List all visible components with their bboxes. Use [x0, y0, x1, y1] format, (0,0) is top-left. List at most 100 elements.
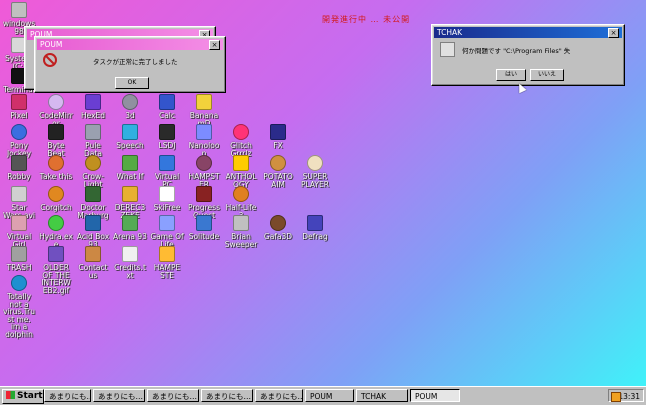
app-icon	[85, 94, 101, 110]
desktop-icon[interactable]: HexEd	[76, 94, 110, 120]
app-icon	[159, 246, 175, 262]
desktop-icon[interactable]: Calc	[150, 94, 184, 120]
app-icon	[11, 124, 27, 140]
taskbar-button[interactable]: あまりにも…	[201, 389, 253, 402]
desktop-icon-label: 3d	[125, 111, 135, 120]
taskbar-button[interactable]: POUM	[305, 389, 354, 402]
taskbar-button[interactable]: あまりにも…	[44, 389, 91, 402]
desktop-icon[interactable]: ANTHOLOGY	[224, 155, 258, 188]
start-label: Start	[17, 391, 43, 401]
tchak-window-title: TCHAK	[437, 28, 463, 37]
taskbar-button[interactable]: あまりにも…	[255, 389, 303, 402]
app-icon	[159, 186, 175, 202]
app-icon	[270, 155, 286, 171]
desktop-icon-label: HAMPE STE	[153, 263, 181, 280]
desktop-icon-label: Take this	[39, 172, 73, 181]
desktop-icon[interactable]: Acid Box 93	[76, 215, 110, 248]
desktop-icon[interactable]: TRASH	[2, 246, 36, 272]
start-button[interactable]: Start	[2, 389, 44, 404]
app-icon	[122, 124, 138, 140]
desktop-icon-label: HexEd	[80, 111, 106, 120]
desktop-icon[interactable]: HAMPSTER	[187, 155, 221, 188]
app-icon	[196, 124, 212, 140]
desktop-icon-label: SUPER PLAYER	[301, 172, 329, 189]
app-icon	[307, 155, 323, 171]
taskbar-button[interactable]: POUM	[410, 389, 460, 402]
tchak-window-titlebar[interactable]: TCHAK ×	[434, 27, 622, 38]
desktop-icon[interactable]: SkiFree	[150, 186, 184, 212]
app-icon	[11, 246, 27, 262]
desktop-icon-label: Pixel	[10, 111, 28, 120]
desktop-icon[interactable]: Credits.txt	[113, 246, 147, 279]
desktop-icon[interactable]: Brian Sweeper	[224, 215, 258, 248]
app-icon	[307, 215, 323, 231]
desktop-icon[interactable]: Take this	[39, 155, 73, 181]
desktop-icon[interactable]: Totally not a virus.Trust me. im a dolph…	[2, 275, 36, 338]
taskbar-button[interactable]: TCHAK	[356, 389, 408, 402]
close-icon[interactable]: ×	[209, 39, 220, 50]
app-icon	[85, 215, 101, 231]
desktop-icon-label: LSDJ	[158, 141, 176, 150]
desktop-icon-label: Robby	[7, 172, 31, 181]
desktop-icon[interactable]: Crow-Light	[76, 155, 110, 188]
desktop-icon[interactable]: Hydra.exe	[39, 215, 73, 248]
poum-window-title: POUM	[40, 40, 63, 49]
desktop-icon[interactable]: Contact us	[76, 246, 110, 279]
taskbar-button[interactable]: あまりにも…	[93, 389, 145, 402]
desktop-icon[interactable]: Virtual Girl	[2, 215, 36, 248]
yes-button[interactable]: はい	[496, 69, 526, 81]
desktop-icon[interactable]: What If	[113, 155, 147, 181]
desktop-icon[interactable]: Speech	[113, 124, 147, 150]
desktop-icon[interactable]: Pule Data	[76, 124, 110, 157]
desktop-icon[interactable]: Virtual PC	[150, 155, 184, 188]
tray-speaker-icon[interactable]	[611, 392, 621, 402]
app-icon	[11, 186, 27, 202]
desktop-icon[interactable]: Gafa3D	[261, 215, 295, 241]
desktop-icon[interactable]: SUPER PLAYER	[298, 155, 332, 188]
close-icon[interactable]: ×	[608, 27, 619, 38]
app-icon	[122, 215, 138, 231]
prohibited-icon	[43, 53, 57, 67]
top-banner-text: 開発進行中 … 未公開	[322, 15, 411, 24]
desktop-icon[interactable]: Arena 93	[113, 215, 147, 241]
desktop-icon-label: TRASH	[6, 263, 32, 272]
desktop-icon-label: Arena 93	[113, 232, 147, 241]
desktop-icon[interactable]: HAMPE STE	[150, 246, 184, 279]
desktop-icon[interactable]: CodeMirror	[39, 94, 73, 127]
desktop-icon[interactable]: POTATO AIM	[261, 155, 295, 188]
desktop-icon[interactable]: Defrag	[298, 215, 332, 241]
desktop-icon-label: Corgitch	[40, 203, 72, 212]
app-icon	[11, 275, 27, 291]
desktop-icon[interactable]: Game Of Life	[150, 215, 184, 248]
no-button[interactable]: いいえ	[530, 69, 564, 81]
app-icon	[270, 215, 286, 231]
desktop-icon[interactable]: OLDER OF THE INTERWEB2.gif	[39, 246, 73, 294]
app-icon	[122, 246, 138, 262]
desktop-icon[interactable]: FX	[261, 124, 295, 150]
desktop-icon-label: Calc	[158, 111, 176, 120]
desktop-icon-label: SkiFree	[153, 203, 181, 212]
desktop-icon[interactable]: Pony Jockey	[2, 124, 36, 157]
app-icon	[11, 155, 27, 171]
desktop-icon[interactable]: Glitch Grrrlz	[224, 124, 258, 157]
desktop-icon[interactable]: Byte Beat	[39, 124, 73, 157]
desktop-icon[interactable]: Solitude	[187, 215, 221, 241]
app-icon	[11, 215, 27, 231]
dialog-icon	[440, 42, 455, 57]
app-icon	[85, 186, 101, 202]
desktop-icon[interactable]: Nanoloop	[187, 124, 221, 157]
desktop-icon[interactable]: 3d	[113, 94, 147, 120]
app-icon	[122, 155, 138, 171]
desktop-icon[interactable]: Banana mD	[187, 94, 221, 127]
desktop-icon[interactable]: Robby	[2, 155, 36, 181]
desktop-icon[interactable]: Pixel	[2, 94, 36, 120]
app-icon	[48, 155, 64, 171]
poum-window-titlebar[interactable]: POUM ×	[37, 39, 223, 50]
tchak-window[interactable]: TCHAK × 何か問題です "C:\Program Files" 失 はい い…	[431, 24, 625, 86]
ok-button[interactable]: OK	[115, 77, 149, 89]
poum-window[interactable]: POUM × タスクが正常に完了しました OK	[34, 36, 226, 93]
taskbar-button[interactable]: あまりにも…	[147, 389, 199, 402]
desktop-icon[interactable]: LSDJ	[150, 124, 184, 150]
desktop-icon-label: Brian Sweeper	[224, 232, 258, 249]
desktop-icon[interactable]: Corgitch	[39, 186, 73, 212]
